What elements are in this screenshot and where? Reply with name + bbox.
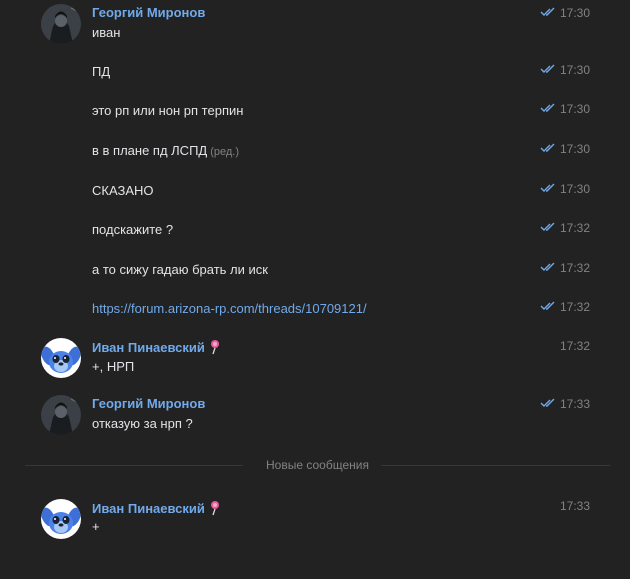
message-time: 17:32	[540, 221, 590, 235]
message-link[interactable]: https://forum.arizona-rp.com/threads/107…	[92, 301, 367, 316]
message-time: 17:30	[540, 182, 590, 196]
message-time: 17:30	[540, 6, 590, 20]
message-time: 17:30	[540, 142, 590, 156]
message-text: отказую за нрп ?	[92, 416, 193, 431]
edited-label: (ред.)	[210, 146, 240, 158]
double-check-icon	[540, 142, 556, 156]
avatar-georgiy[interactable]	[41, 395, 81, 435]
avatar-ivan[interactable]	[41, 338, 81, 378]
double-check-icon	[540, 102, 556, 116]
double-check-icon	[540, 6, 556, 20]
double-check-icon	[540, 261, 556, 275]
message-time: 17:30	[540, 63, 590, 77]
message-time: 17:32	[540, 261, 590, 275]
message-time: 17:33	[560, 499, 590, 513]
message-text: это рп или нон рп терпин	[92, 103, 244, 118]
message-author[interactable]: Иван Пинаевский	[92, 339, 221, 358]
message-time-text: 17:30	[559, 142, 590, 156]
message-author[interactable]: Георгий Миронов	[92, 5, 205, 20]
message-text: в в плане пд ЛСПД (ред.)	[92, 143, 239, 158]
message-text: https://forum.arizona-rp.com/threads/107…	[92, 301, 367, 316]
message-text: подскажите ?	[92, 222, 174, 237]
author-name[interactable]: Иван Пинаевский	[92, 501, 205, 516]
divider-label: Новые сообщения	[266, 458, 369, 472]
message-author[interactable]: Иван Пинаевский	[92, 500, 221, 519]
message-time-text: 17:30	[559, 182, 590, 196]
message-time-text: 17:30	[559, 102, 590, 116]
message-text-content: в в плане пд ЛСПД	[92, 143, 208, 158]
message-text: иван	[92, 25, 121, 40]
message-time-text: 17:30	[559, 6, 590, 20]
double-check-icon	[540, 63, 556, 77]
message-text: СКАЗАНО	[92, 183, 154, 198]
message-time-text: 17:32	[559, 221, 590, 235]
message-time-text: 17:32	[559, 300, 590, 314]
message-text: +, НРП	[92, 359, 135, 374]
message-text: +	[92, 519, 100, 534]
lollipop-icon	[209, 500, 221, 519]
new-messages-divider: Новые сообщения	[25, 458, 610, 472]
message-text: ПД	[92, 64, 111, 79]
lollipop-icon	[209, 339, 221, 358]
message-time: 17:30	[540, 102, 590, 116]
message-author[interactable]: Георгий Миронов	[92, 396, 205, 411]
avatar-ivan[interactable]	[41, 499, 81, 539]
message-time-text: 17:32	[559, 261, 590, 275]
avatar-georgiy[interactable]	[41, 4, 81, 44]
message-time: 17:32	[560, 339, 590, 353]
message-time-text: 17:33	[559, 499, 590, 513]
author-name[interactable]: Иван Пинаевский	[92, 340, 205, 355]
double-check-icon	[540, 182, 556, 196]
message-time: 17:33	[540, 397, 590, 411]
double-check-icon	[540, 221, 556, 235]
double-check-icon	[540, 300, 556, 314]
message-time-text: 17:33	[559, 397, 590, 411]
double-check-icon	[540, 397, 556, 411]
message-time: 17:32	[540, 300, 590, 314]
message-time-text: 17:32	[559, 339, 590, 353]
message-time-text: 17:30	[559, 63, 590, 77]
message-text: а то сижу гадаю брать ли иск	[92, 262, 268, 277]
